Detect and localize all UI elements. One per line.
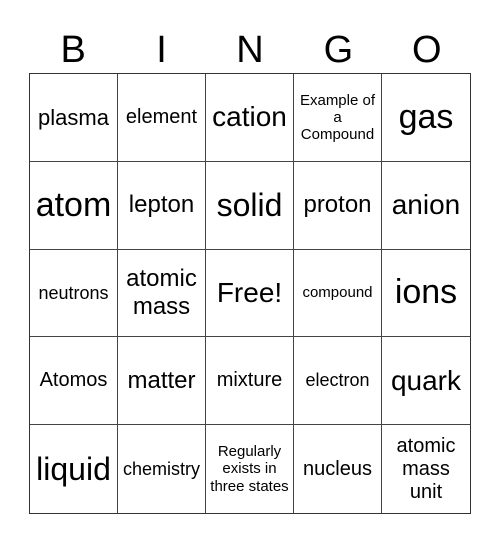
bingo-header: B I N G O bbox=[29, 28, 471, 73]
header-letter-n: N bbox=[236, 29, 264, 71]
bingo-cell[interactable]: element bbox=[118, 74, 206, 162]
bingo-cell[interactable]: lepton bbox=[118, 161, 206, 250]
bingo-cell[interactable]: Atomos bbox=[30, 337, 118, 426]
bingo-cell[interactable]: electron bbox=[294, 337, 382, 426]
bingo-cell[interactable]: Regularly exists in three states bbox=[206, 425, 294, 513]
bingo-cell[interactable]: Example of a Compound bbox=[294, 74, 382, 162]
header-letter-b: B bbox=[60, 29, 86, 71]
bingo-cell[interactable]: nucleus bbox=[294, 425, 382, 513]
bingo-cell[interactable]: chemistry bbox=[118, 425, 206, 513]
free-space-cell[interactable]: Free! bbox=[206, 249, 294, 338]
bingo-cell[interactable]: cation bbox=[206, 74, 294, 162]
bingo-cell[interactable]: atom bbox=[30, 161, 118, 250]
bingo-board: plasma element cation Example of a Compo… bbox=[29, 73, 471, 514]
header-letter-o: O bbox=[411, 29, 442, 71]
bingo-cell[interactable]: neutrons bbox=[30, 249, 118, 338]
bingo-cell[interactable]: proton bbox=[294, 161, 382, 250]
bingo-cell[interactable]: liquid bbox=[30, 425, 118, 513]
bingo-cell[interactable]: quark bbox=[382, 337, 470, 426]
bingo-cell[interactable]: plasma bbox=[30, 74, 118, 162]
bingo-cell[interactable]: anion bbox=[382, 162, 470, 250]
bingo-cell[interactable]: mixture bbox=[206, 337, 294, 426]
bingo-cell[interactable]: atomic mass unit bbox=[382, 425, 470, 513]
bingo-cell[interactable]: ions bbox=[382, 250, 470, 338]
bingo-cell[interactable]: solid bbox=[206, 161, 294, 250]
bingo-cell[interactable]: gas bbox=[382, 74, 470, 162]
header-letter-g: G bbox=[323, 29, 354, 71]
bingo-cell[interactable]: compound bbox=[294, 249, 382, 338]
bingo-cell[interactable]: matter bbox=[118, 337, 206, 426]
bingo-cell[interactable]: atomic mass bbox=[118, 249, 206, 338]
header-letter-i: I bbox=[156, 29, 167, 71]
